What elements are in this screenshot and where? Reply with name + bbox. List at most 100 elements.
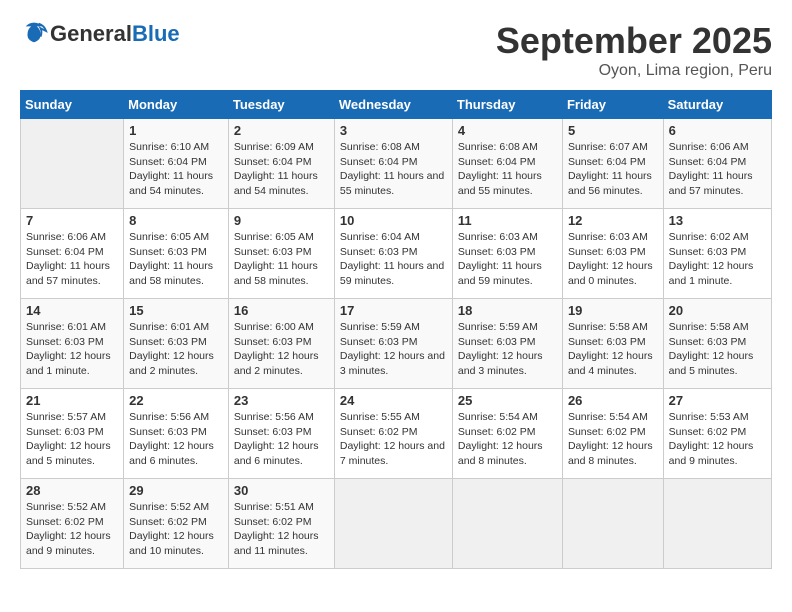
calendar-cell: 22 Sunrise: 5:56 AMSunset: 6:03 PMDayligh…: [124, 389, 229, 479]
calendar-cell: [562, 479, 663, 569]
page-header: GeneralBlue September 2025 Oyon, Lima re…: [20, 20, 772, 80]
day-info: Sunrise: 6:00 AMSunset: 6:03 PMDaylight:…: [234, 320, 329, 379]
calendar-cell: [452, 479, 562, 569]
weekday-header-tuesday: Tuesday: [228, 91, 334, 119]
calendar-cell: 16 Sunrise: 6:00 AMSunset: 6:03 PMDayligh…: [228, 299, 334, 389]
calendar-cell: 19Sunrise: 5:58 AMSunset: 6:03 PMDayligh…: [562, 299, 663, 389]
calendar-cell: 17 Sunrise: 5:59 AMSunset: 6:03 PMDayligh…: [334, 299, 452, 389]
day-number: 1: [129, 123, 223, 138]
day-number: 5: [568, 123, 658, 138]
location-title: Oyon, Lima region, Peru: [496, 62, 772, 80]
day-info: Sunrise: 6:04 AMSunset: 6:03 PMDaylight:…: [340, 230, 447, 289]
calendar-week-4: 21 Sunrise: 5:57 AMSunset: 6:03 PMDayligh…: [21, 389, 772, 479]
day-number: 10: [340, 213, 447, 228]
day-number: 28: [26, 483, 118, 498]
day-number: 15: [129, 303, 223, 318]
calendar-cell: 9 Sunrise: 6:05 AMSunset: 6:03 PMDaylight…: [228, 209, 334, 299]
day-info: Sunrise: 6:05 AMSunset: 6:03 PMDaylight:…: [129, 230, 223, 289]
day-number: 2: [234, 123, 329, 138]
calendar-cell: 6Sunrise: 6:06 AMSunset: 6:04 PMDaylight…: [663, 119, 771, 209]
day-number: 16: [234, 303, 329, 318]
day-info: Sunrise: 6:01 AMSunset: 6:03 PMDaylight:…: [26, 320, 118, 379]
weekday-header-saturday: Saturday: [663, 91, 771, 119]
day-info: Sunrise: 5:56 AMSunset: 6:03 PMDaylight:…: [129, 410, 223, 469]
calendar-week-2: 7 Sunrise: 6:06 AMSunset: 6:04 PMDaylight…: [21, 209, 772, 299]
day-info: Sunrise: 5:55 AMSunset: 6:02 PMDaylight:…: [340, 410, 447, 469]
day-info: Sunrise: 6:03 AMSunset: 6:03 PMDaylight:…: [568, 230, 658, 289]
day-info: Sunrise: 6:08 AMSunset: 6:04 PMDaylight:…: [340, 140, 447, 199]
calendar-cell: 14 Sunrise: 6:01 AMSunset: 6:03 PMDayligh…: [21, 299, 124, 389]
day-number: 11: [458, 213, 557, 228]
calendar-cell: 12 Sunrise: 6:03 AMSunset: 6:03 PMDayligh…: [562, 209, 663, 299]
calendar-cell: 21 Sunrise: 5:57 AMSunset: 6:03 PMDayligh…: [21, 389, 124, 479]
calendar-cell: 30 Sunrise: 5:51 AMSunset: 6:02 PMDayligh…: [228, 479, 334, 569]
logo-text: GeneralBlue: [50, 22, 180, 46]
day-number: 24: [340, 393, 447, 408]
month-title: September 2025: [496, 20, 772, 62]
calendar-cell: 2 Sunrise: 6:09 AMSunset: 6:04 PMDaylight…: [228, 119, 334, 209]
day-info: Sunrise: 6:06 AMSunset: 6:04 PMDaylight:…: [669, 140, 766, 199]
day-info: Sunrise: 6:02 AMSunset: 6:03 PMDaylight:…: [669, 230, 766, 289]
day-info: Sunrise: 6:08 AMSunset: 6:04 PMDaylight:…: [458, 140, 557, 199]
day-info: Sunrise: 6:06 AMSunset: 6:04 PMDaylight:…: [26, 230, 118, 289]
day-number: 8: [129, 213, 223, 228]
calendar-cell: 5 Sunrise: 6:07 AMSunset: 6:04 PMDaylight…: [562, 119, 663, 209]
day-number: 18: [458, 303, 557, 318]
weekday-header-friday: Friday: [562, 91, 663, 119]
day-info: Sunrise: 5:54 AMSunset: 6:02 PMDaylight:…: [568, 410, 658, 469]
calendar-cell: 8 Sunrise: 6:05 AMSunset: 6:03 PMDaylight…: [124, 209, 229, 299]
day-number: 30: [234, 483, 329, 498]
calendar-cell: 1 Sunrise: 6:10 AMSunset: 6:04 PMDaylight…: [124, 119, 229, 209]
calendar-cell: 11 Sunrise: 6:03 AMSunset: 6:03 PMDayligh…: [452, 209, 562, 299]
day-number: 7: [26, 213, 118, 228]
day-number: 21: [26, 393, 118, 408]
day-number: 29: [129, 483, 223, 498]
day-info: Sunrise: 5:52 AMSunset: 6:02 PMDaylight:…: [26, 500, 118, 559]
day-info: Sunrise: 5:58 AMSunset: 6:03 PMDaylight:…: [568, 320, 658, 379]
day-info: Sunrise: 5:57 AMSunset: 6:03 PMDaylight:…: [26, 410, 118, 469]
calendar-cell: 26 Sunrise: 5:54 AMSunset: 6:02 PMDayligh…: [562, 389, 663, 479]
title-block: September 2025 Oyon, Lima region, Peru: [496, 20, 772, 80]
day-info: Sunrise: 5:51 AMSunset: 6:02 PMDaylight:…: [234, 500, 329, 559]
calendar-cell: 4Sunrise: 6:08 AMSunset: 6:04 PMDaylight…: [452, 119, 562, 209]
calendar-week-3: 14 Sunrise: 6:01 AMSunset: 6:03 PMDayligh…: [21, 299, 772, 389]
day-number: 12: [568, 213, 658, 228]
day-number: 3: [340, 123, 447, 138]
day-info: Sunrise: 6:07 AMSunset: 6:04 PMDaylight:…: [568, 140, 658, 199]
calendar-cell: 28 Sunrise: 5:52 AMSunset: 6:02 PMDayligh…: [21, 479, 124, 569]
day-number: 26: [568, 393, 658, 408]
logo-icon: [20, 18, 48, 46]
calendar-cell: 10 Sunrise: 6:04 AMSunset: 6:03 PMDayligh…: [334, 209, 452, 299]
day-info: Sunrise: 5:54 AMSunset: 6:02 PMDaylight:…: [458, 410, 557, 469]
calendar-week-1: 1 Sunrise: 6:10 AMSunset: 6:04 PMDaylight…: [21, 119, 772, 209]
day-number: 13: [669, 213, 766, 228]
day-info: Sunrise: 5:52 AMSunset: 6:02 PMDaylight:…: [129, 500, 223, 559]
calendar-cell: [663, 479, 771, 569]
day-info: Sunrise: 5:58 AMSunset: 6:03 PMDaylight:…: [669, 320, 766, 379]
calendar-cell: [334, 479, 452, 569]
calendar-cell: 20 Sunrise: 5:58 AMSunset: 6:03 PMDayligh…: [663, 299, 771, 389]
calendar-cell: 27Sunrise: 5:53 AMSunset: 6:02 PMDayligh…: [663, 389, 771, 479]
day-info: Sunrise: 6:03 AMSunset: 6:03 PMDaylight:…: [458, 230, 557, 289]
day-info: Sunrise: 5:56 AMSunset: 6:03 PMDaylight:…: [234, 410, 329, 469]
day-number: 20: [669, 303, 766, 318]
weekday-header-sunday: Sunday: [21, 91, 124, 119]
day-info: Sunrise: 5:59 AMSunset: 6:03 PMDaylight:…: [458, 320, 557, 379]
day-number: 14: [26, 303, 118, 318]
calendar-cell: [21, 119, 124, 209]
day-number: 9: [234, 213, 329, 228]
day-info: Sunrise: 6:10 AMSunset: 6:04 PMDaylight:…: [129, 140, 223, 199]
calendar-cell: 15Sunrise: 6:01 AMSunset: 6:03 PMDayligh…: [124, 299, 229, 389]
day-info: Sunrise: 6:09 AMSunset: 6:04 PMDaylight:…: [234, 140, 329, 199]
day-number: 22: [129, 393, 223, 408]
calendar-cell: 29 Sunrise: 5:52 AMSunset: 6:02 PMDayligh…: [124, 479, 229, 569]
day-number: 23: [234, 393, 329, 408]
calendar-cell: 23 Sunrise: 5:56 AMSunset: 6:03 PMDayligh…: [228, 389, 334, 479]
logo: GeneralBlue: [20, 20, 180, 48]
day-number: 17: [340, 303, 447, 318]
weekday-header-thursday: Thursday: [452, 91, 562, 119]
day-number: 27: [669, 393, 766, 408]
day-info: Sunrise: 5:59 AMSunset: 6:03 PMDaylight:…: [340, 320, 447, 379]
day-info: Sunrise: 6:05 AMSunset: 6:03 PMDaylight:…: [234, 230, 329, 289]
calendar-cell: 18 Sunrise: 5:59 AMSunset: 6:03 PMDayligh…: [452, 299, 562, 389]
